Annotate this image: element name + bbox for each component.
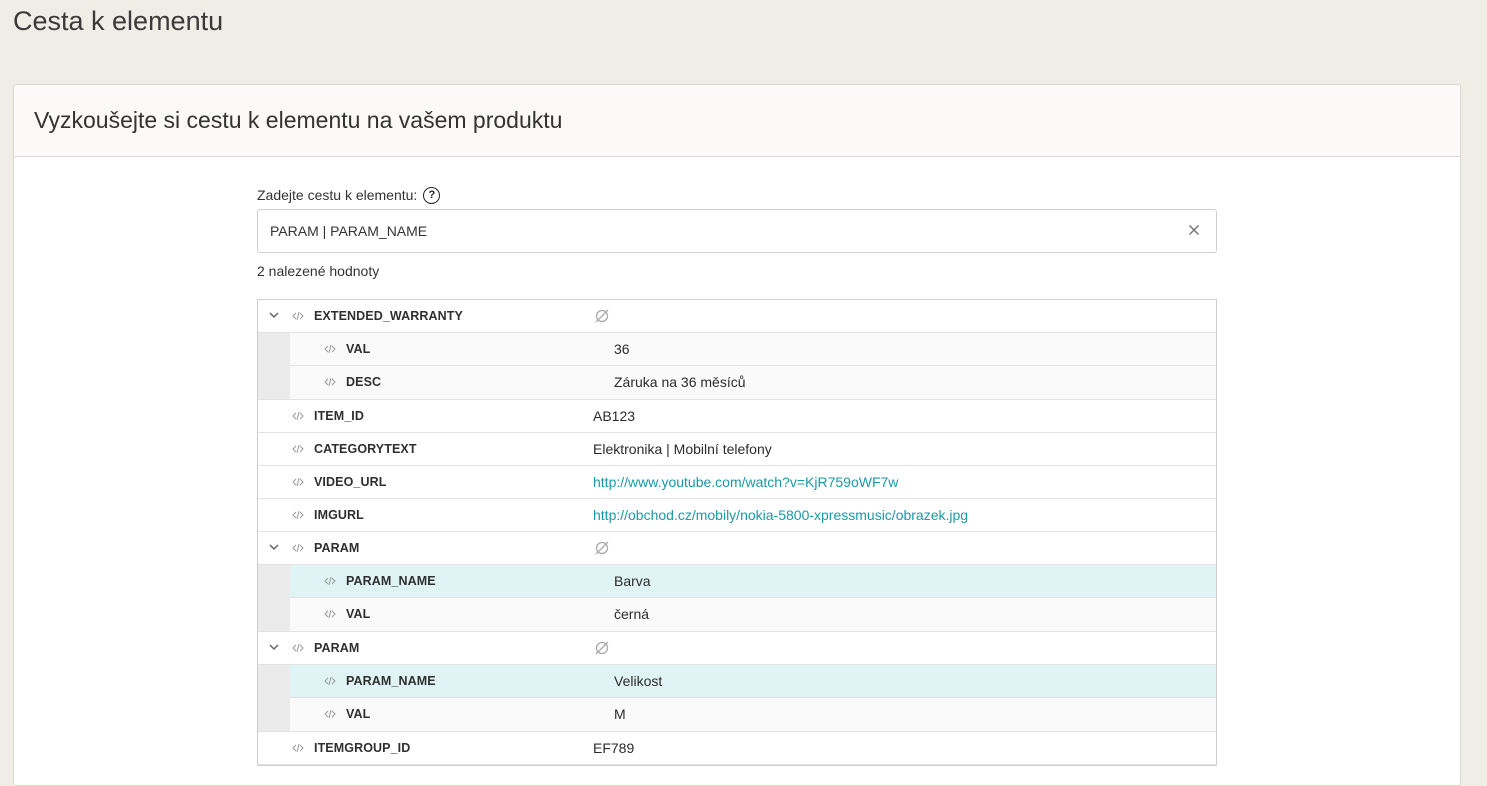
element-value: 36 <box>614 341 630 357</box>
code-icon <box>292 543 304 553</box>
element-key: IMGURL <box>314 508 364 522</box>
element-value: M <box>614 706 626 722</box>
element-value: černá <box>614 606 650 622</box>
element-key: DESC <box>346 375 382 389</box>
chevron-down-icon[interactable] <box>268 309 280 321</box>
tree-group-children: VAL 36 DESC Záruka na 36 měsíců <box>258 333 1216 400</box>
tree-child-row: VAL M <box>290 698 1216 731</box>
tree-child-row: VAL 36 <box>290 333 1216 366</box>
element-key: VIDEO_URL <box>314 475 387 489</box>
tree-child-row: DESC Záruka na 36 měsíců <box>290 366 1216 399</box>
tree-row: VIDEO_URL http://www.youtube.com/watch?v… <box>258 466 1216 499</box>
tree-group-children: PARAM_NAME Barva VAL černá <box>258 565 1216 632</box>
empty-set-icon <box>595 641 609 655</box>
tree-child-row-highlighted: PARAM_NAME Velikost <box>290 665 1216 698</box>
code-icon <box>324 609 336 619</box>
element-key: PARAM_NAME <box>346 574 436 588</box>
tree-child-row-highlighted: PARAM_NAME Barva <box>290 565 1216 598</box>
tree-row: CATEGORYTEXT Elektronika | Mobilní telef… <box>258 433 1216 466</box>
code-icon <box>292 510 304 520</box>
code-icon <box>324 676 336 686</box>
tree-group-row[interactable]: PARAM <box>258 632 1216 665</box>
element-value: Záruka na 36 měsíců <box>614 374 746 390</box>
tree-row: ITEM_ID AB123 <box>258 400 1216 433</box>
code-icon <box>292 477 304 487</box>
tree-row: ITEMGROUP_ID EF789 <box>258 732 1216 765</box>
code-icon <box>324 344 336 354</box>
element-tree: EXTENDED_WARRANTY VAL 36 DESC Záruka na … <box>257 299 1217 766</box>
path-input-wrapper <box>257 209 1217 253</box>
path-tester-card: Vyzkoušejte si cestu k elementu na vašem… <box>13 84 1461 786</box>
image-url-link[interactable]: http://obchod.cz/mobily/nokia-5800-xpres… <box>593 507 968 523</box>
close-icon[interactable] <box>1186 222 1202 238</box>
path-field-label: Zadejte cestu k elementu: <box>257 187 418 203</box>
path-input[interactable] <box>270 210 1170 252</box>
code-icon <box>292 743 304 753</box>
element-key: VAL <box>346 342 371 356</box>
element-value: Elektronika | Mobilní telefony <box>593 441 772 457</box>
chevron-down-icon[interactable] <box>268 541 280 553</box>
code-icon <box>292 311 304 321</box>
tree-child-row: VAL černá <box>290 598 1216 631</box>
page-title: Cesta k elementu <box>13 6 224 36</box>
chevron-down-icon[interactable] <box>268 641 280 653</box>
element-key: PARAM_NAME <box>346 674 436 688</box>
code-icon <box>292 444 304 454</box>
empty-set-icon <box>595 309 609 323</box>
element-key: PARAM <box>314 541 360 555</box>
element-key: CATEGORYTEXT <box>314 442 417 456</box>
element-value: AB123 <box>593 408 636 424</box>
element-key: VAL <box>346 707 371 721</box>
code-icon <box>324 709 336 719</box>
card-title: Vyzkoušejte si cestu k elementu na vašem… <box>34 107 563 133</box>
tree-group-children: PARAM_NAME Velikost VAL M <box>258 665 1216 732</box>
element-key: ITEMGROUP_ID <box>314 741 411 755</box>
element-value: Barva <box>614 573 651 589</box>
path-form: Zadejte cestu k elementu: ? 2 nalezené h… <box>257 185 1217 766</box>
element-key: VAL <box>346 607 371 621</box>
empty-set-icon <box>595 541 609 555</box>
element-key: ITEM_ID <box>314 409 365 423</box>
code-icon <box>292 411 304 421</box>
element-key: EXTENDED_WARRANTY <box>314 309 463 323</box>
tree-group-row[interactable]: PARAM <box>258 532 1216 565</box>
code-icon <box>324 377 336 387</box>
element-key: PARAM <box>314 641 360 655</box>
field-label-row: Zadejte cestu k elementu: ? <box>257 185 1217 205</box>
tree-group-row[interactable]: EXTENDED_WARRANTY <box>258 300 1216 333</box>
element-value: Velikost <box>614 673 663 689</box>
code-icon <box>324 576 336 586</box>
found-count: 2 nalezené hodnoty <box>257 263 380 279</box>
code-icon <box>292 643 304 653</box>
help-icon[interactable]: ? <box>423 186 441 204</box>
tree-row: IMGURL http://obchod.cz/mobily/nokia-580… <box>258 499 1216 532</box>
video-url-link[interactable]: http://www.youtube.com/watch?v=KjR759oWF… <box>593 474 898 490</box>
